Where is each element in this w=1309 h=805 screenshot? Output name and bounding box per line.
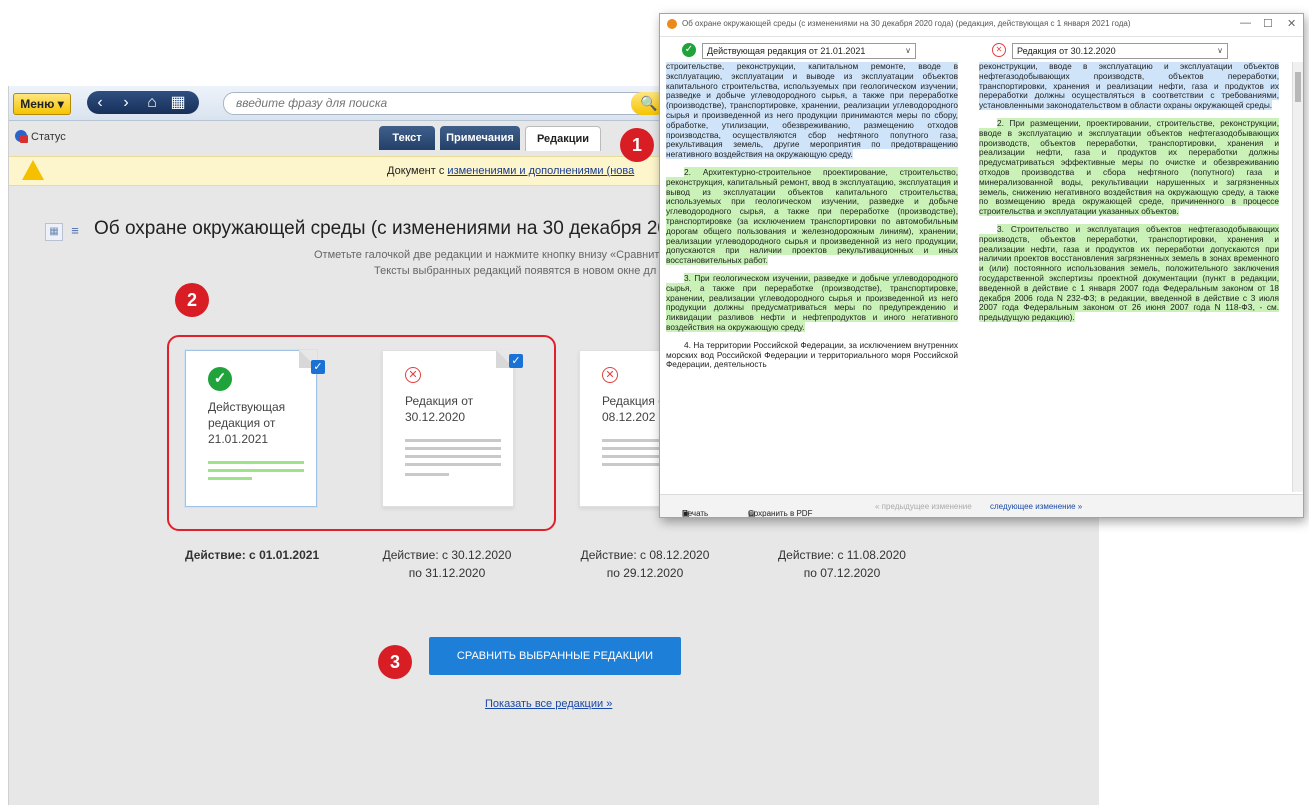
status-button[interactable]: Статус	[15, 128, 66, 143]
chevron-down-icon: ∨	[905, 46, 911, 55]
x-circle-icon: ✕	[992, 43, 1006, 57]
left-paragraph: 2. Архитектурно-строительное проектирова…	[666, 166, 958, 266]
list-view-icon[interactable]: ≡	[67, 223, 83, 239]
status-icon	[15, 130, 28, 143]
navigation-group: ‹ › ⌂ ▦	[87, 91, 199, 114]
minimize-icon[interactable]: —	[1240, 17, 1251, 29]
tab-text[interactable]: Текст	[379, 126, 435, 150]
tab-revisions[interactable]: Редакции	[525, 126, 601, 151]
left-paragraph: 3. При геологическом изучении, разведке …	[666, 272, 958, 332]
vertical-scrollbar[interactable]	[1292, 62, 1303, 492]
right-paragraph: 2. При размещении, проектировании, строи…	[979, 117, 1279, 217]
right-paragraph: реконструкции, вводе в эксплуатацию и эк…	[979, 62, 1279, 111]
notice-suffix-link[interactable]: (нова	[603, 165, 635, 177]
revision-date-to: по 07.12.2020	[803, 566, 881, 580]
warning-icon	[22, 160, 44, 180]
grid-view-icon[interactable]: ▦	[45, 223, 63, 241]
compare-revisions-button[interactable]: СРАВНИТЬ ВЫБРАННЫЕ РЕДАКЦИИ	[429, 637, 681, 675]
revision-date-from: Действие: с 30.12.2020	[382, 548, 512, 562]
grid-menu-icon[interactable]: ▦	[165, 91, 191, 114]
left-version-select[interactable]: Действующая редакция от 21.01.2021 ∨	[702, 43, 916, 59]
revision-date-from: Действие: с 01.01.2021	[185, 548, 320, 562]
chevron-down-icon: ∨	[1217, 46, 1223, 55]
step-badge-2: 2	[175, 283, 209, 317]
prev-change-link[interactable]: « предыдущее изменение	[875, 502, 972, 511]
tab-notes[interactable]: Примечания	[440, 126, 520, 150]
window-title: Об охране окружающей среды (с изменениям…	[682, 19, 1131, 28]
compare-window-titlebar: Об охране окружающей среды (с изменениям…	[660, 14, 1303, 37]
compare-window: Об охране окружающей среды (с изменениям…	[659, 13, 1304, 518]
revision-date-from: Действие: с 08.12.2020	[580, 548, 710, 562]
app-icon	[667, 19, 677, 29]
right-paragraph: 3. Строительство и эксплуатация объектов…	[979, 223, 1279, 323]
selected-revisions-highlight	[167, 335, 556, 531]
maximize-icon[interactable]: ☐	[1263, 17, 1273, 30]
right-version-text: реконструкции, вводе в эксплуатацию и эк…	[979, 62, 1279, 494]
next-change-link[interactable]: следующее изменение »	[990, 502, 1082, 511]
search-icon: 🔍	[640, 95, 658, 111]
show-all-revisions-link[interactable]: Показать все редакции »	[485, 698, 612, 710]
step-badge-3: 3	[378, 645, 412, 679]
status-label: Статус	[31, 131, 66, 143]
hint-line-2: Тексты выбранных редакций появятся в нов…	[374, 265, 657, 277]
home-icon[interactable]: ⌂	[139, 91, 165, 114]
x-circle-icon: ✕	[602, 367, 618, 383]
revision-date-to: по 31.12.2020	[408, 566, 486, 580]
left-paragraph: 4. На территории Российской Федерации, з…	[666, 339, 958, 370]
step-badge-1: 1	[620, 128, 654, 162]
check-circle-icon: ✓	[682, 43, 696, 57]
page-title: Об охране окружающей среды (с изменениям…	[94, 218, 733, 239]
forward-arrow-icon[interactable]: ›	[113, 91, 139, 114]
menu-button[interactable]: Меню ▾	[13, 93, 71, 115]
left-version-text: строительстве, реконструкции, капитально…	[666, 62, 958, 494]
right-version-select[interactable]: Редакция от 30.12.2020 ∨	[1012, 43, 1228, 59]
hint-line-1: Отметьте галочкой две редакции и нажмите…	[314, 249, 660, 261]
scrollbar-thumb[interactable]	[1295, 72, 1301, 102]
left-paragraph: строительстве, реконструкции, капитально…	[666, 62, 958, 160]
revision-date-to: по 29.12.2020	[606, 566, 684, 580]
compare-window-footer: ▣ Печать ▤ Сохранить в PDF « предыдущее …	[660, 494, 1303, 517]
revision-date-from: Действие: с 11.08.2020	[778, 548, 906, 562]
close-icon[interactable]: ✕	[1287, 17, 1296, 30]
back-arrow-icon[interactable]: ‹	[87, 91, 113, 114]
search-input[interactable]	[223, 92, 667, 115]
notice-text: Документ с изменениями и дополнениями (н…	[387, 165, 635, 177]
changes-link[interactable]: изменениями и дополнениями	[447, 165, 603, 177]
